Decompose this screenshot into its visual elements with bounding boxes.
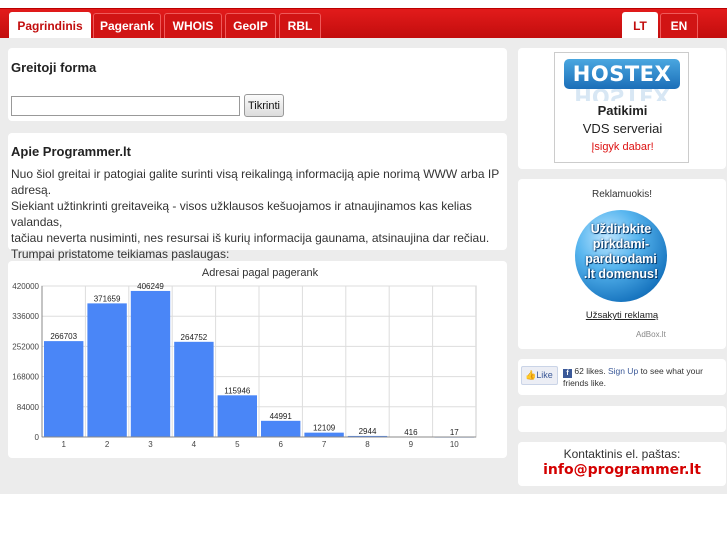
quick-form-title: Greitoji forma (11, 60, 97, 75)
thumbs-up-icon: 👍 (525, 370, 537, 380)
order-ad-link[interactable]: Užsakyti reklamą (518, 310, 726, 321)
likes-count: 62 likes. (574, 366, 606, 376)
bar-value-label: 416 (404, 428, 418, 437)
tab-whois[interactable]: WHOIS (164, 13, 222, 39)
bar (87, 303, 127, 437)
tab-pagerank[interactable]: Pagerank (93, 13, 161, 39)
bar-value-label: 406249 (137, 282, 164, 291)
chart-title: Adresai pagal pagerank (202, 267, 319, 279)
quick-form-panel: Greitoji forma Tikrinti (8, 48, 507, 121)
about-line: Trumpai pristatome teikiamas paslaugas: (11, 247, 230, 261)
hostex-line3: Įsigyk dabar! (591, 141, 654, 153)
tab-pagrindinis[interactable]: Pagrindinis (9, 12, 91, 40)
hostex-logo-reflection: HOSTEX (574, 89, 670, 101)
x-tick-label: 2 (105, 440, 110, 449)
bar-value-label: 2944 (359, 427, 377, 436)
about-line: Nuo šiol greitai ir patogiai galite suri… (11, 167, 499, 197)
lang-lt[interactable]: LT (622, 12, 658, 40)
bar-value-label: 17 (450, 428, 459, 437)
like-label: Like (536, 370, 553, 380)
signup-link[interactable]: Sign Up (608, 366, 638, 376)
banner-line: .lt domenus! (583, 267, 659, 281)
facebook-icon: f (563, 369, 572, 378)
bar (304, 432, 344, 437)
check-button[interactable]: Tikrinti (244, 94, 284, 117)
top-navbar: Pagrindinis Pagerank WHOIS GeoIP RBL LT … (0, 8, 727, 40)
about-title: Apie Programmer.lt (11, 144, 131, 159)
pagerank-chart: Adresai pagal pagerank 0 84000 168000 25200… (12, 267, 477, 449)
x-tick-label: 10 (450, 440, 459, 449)
bar-value-label: 371659 (94, 294, 121, 303)
y-tick-label: 168000 (12, 373, 39, 382)
hostex-logo: HOSTEX (564, 59, 680, 89)
adbox-credit: AdBox.lt (636, 330, 666, 339)
y-tick-label: 0 (35, 433, 40, 442)
contact-email-link[interactable]: info@programmer.lt (518, 462, 726, 478)
bar (130, 290, 171, 437)
contact-label: Kontaktinis el. paštas: (563, 447, 681, 461)
bar-value-label: 264752 (181, 333, 208, 342)
bar-value-label: 115946 (224, 386, 251, 395)
about-line: Siekiant užtinkrinti greitaveiką - visos… (11, 199, 472, 229)
tab-geoip[interactable]: GeoIP (225, 13, 276, 39)
ad-title: Reklamuokis! (591, 189, 653, 200)
bar-value-label: 44991 (270, 412, 293, 421)
about-line: tačiau neverta nusiminti, nes resursai i… (11, 231, 490, 245)
bar (217, 395, 257, 437)
address-input[interactable] (11, 96, 240, 116)
x-tick-label: 3 (148, 440, 153, 449)
y-tick-label: 84000 (17, 403, 40, 412)
bar (261, 420, 301, 437)
about-text: Nuo šiol greitai ir patogiai galite suri… (11, 166, 505, 262)
x-tick-label: 9 (409, 440, 414, 449)
x-tick-label: 1 (61, 440, 66, 449)
x-tick-label: 6 (278, 440, 283, 449)
facebook-like-button[interactable]: 👍Like (521, 366, 558, 385)
x-tick-label: 7 (322, 440, 327, 449)
empty-panel (518, 406, 726, 432)
chart-panel: Adresai pagal pagerank 0 84000 168000 25200… (8, 261, 507, 458)
banner-line: Uždirbkite (590, 222, 652, 236)
facebook-like-text: f 62 likes. Sign Up to see what your fri… (563, 366, 713, 389)
x-tick-label: 5 (235, 440, 240, 449)
y-tick-label: 336000 (12, 312, 39, 321)
hostex-line1: Patikimi (597, 103, 648, 118)
hostex-ad-banner[interactable]: HOSTEX HOSTEX Patikimi VDS serveriai Įsi… (554, 52, 689, 163)
banner-line: pirkdami- (592, 237, 650, 251)
bar-value-label: 266703 (50, 332, 77, 341)
banner-line: parduodami (585, 252, 657, 266)
hostex-line2: VDS serveriai (582, 121, 663, 136)
x-tick-label: 4 (192, 440, 197, 449)
y-tick-label: 252000 (12, 342, 39, 351)
tab-rbl[interactable]: RBL (279, 13, 321, 39)
bar (44, 341, 84, 437)
about-panel: Apie Programmer.lt Nuo šiol greitai ir p… (8, 133, 507, 261)
x-tick-label: 8 (365, 440, 370, 449)
bar-value-label: 12109 (313, 424, 336, 433)
bar (174, 341, 214, 437)
domain-ad-banner[interactable]: Uždirbkite pirkdami- parduodami .lt dome… (567, 222, 675, 288)
y-tick-label: 420000 (12, 282, 39, 291)
lang-en[interactable]: EN (660, 13, 698, 39)
